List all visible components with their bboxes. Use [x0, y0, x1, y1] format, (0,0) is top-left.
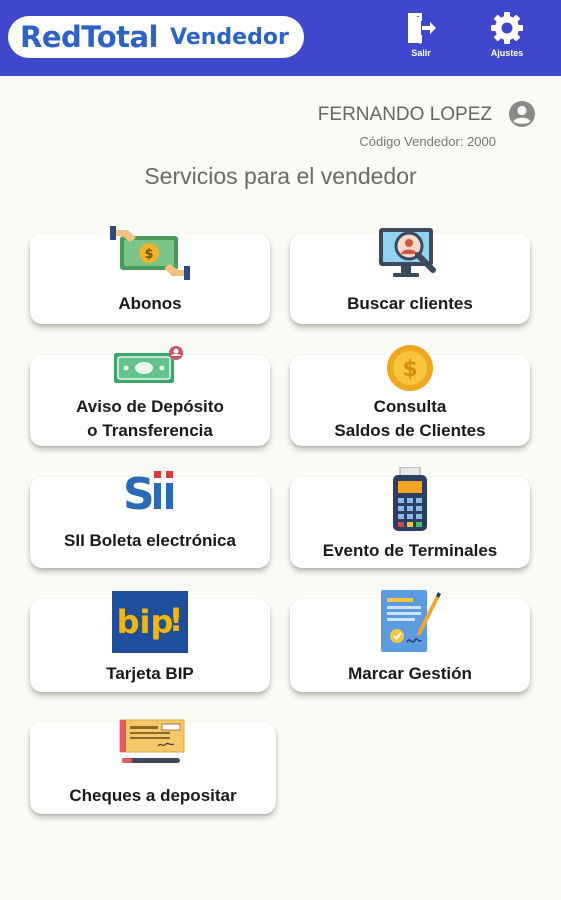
signed-document-icon [381, 590, 441, 652]
service-card-evento-terminales[interactable]: Evento de Terminales [290, 467, 530, 568]
service-label: Tarjeta BIP [106, 664, 194, 683]
salir-label: Salir [411, 48, 431, 58]
money-exchange-icon: $ [110, 226, 190, 280]
svg-text:$: $ [144, 247, 153, 262]
payment-terminal-icon [393, 467, 427, 531]
user-name: FERNANDO LOPEZ [317, 104, 492, 125]
sii-logo-icon: S [123, 469, 173, 515]
service-card-abonos[interactable]: $ Abonos [30, 226, 270, 324]
service-label: Evento de Terminales [322, 541, 498, 560]
user-avatar-icon[interactable] [508, 100, 536, 128]
service-label-line1: Consulta [373, 397, 447, 416]
service-label: SII Boleta electrónica [64, 531, 236, 550]
service-card-sii-boleta[interactable]: S SII Boleta electrónica [30, 469, 270, 568]
ajustes-button[interactable]: Ajustes [482, 10, 532, 66]
top-app-bar: Red Total Vendedor Salir Ajustes [0, 0, 561, 76]
gear-icon [491, 12, 523, 44]
service-card-buscar-clientes[interactable]: Buscar clientes [290, 228, 530, 324]
svg-text:$: $ [402, 357, 417, 382]
cheque-icon [119, 719, 185, 763]
service-label-line2: Saldos de Clientes [334, 421, 486, 440]
service-label: Marcar Gestión [348, 664, 472, 683]
exit-door-icon [408, 13, 436, 44]
gold-coin-icon: $ [387, 345, 433, 391]
service-card-marcar-gestion[interactable]: Marcar Gestión [290, 590, 530, 692]
ajustes-label: Ajustes [490, 48, 524, 58]
service-label: Cheques a depositar [69, 786, 237, 805]
banknote-transfer-icon [114, 346, 183, 383]
service-card-cheques[interactable]: Cheques a depositar [30, 719, 276, 814]
seller-code: Código Vendedor: 2000 [359, 134, 496, 149]
service-card-aviso-deposito[interactable]: Aviso de Depósito o Transferencia [30, 346, 270, 446]
service-label: Buscar clientes [347, 294, 473, 313]
svg-text:!: ! [169, 601, 184, 639]
service-card-tarjeta-bip[interactable]: bip ! Tarjeta BIP [30, 591, 270, 692]
bip-card-icon: bip ! [112, 591, 188, 653]
logo-total-text: Total [81, 20, 158, 54]
service-label-line2: o Transferencia [87, 421, 213, 440]
service-card-consulta-saldos[interactable]: $ Consulta Saldos de Clientes [290, 345, 530, 446]
logo-red-text: Red [20, 20, 82, 54]
user-info: FERNANDO LOPEZ Código Vendedor: 2000 [236, 100, 536, 160]
svg-text:S: S [123, 469, 155, 515]
service-label: Abonos [118, 294, 182, 313]
logo-vendedor-text: Vendedor [170, 24, 289, 50]
salir-button[interactable]: Salir [396, 10, 446, 66]
section-title: Servicios para el vendedor [144, 163, 417, 189]
search-client-monitor-icon [379, 228, 436, 277]
service-label-line1: Aviso de Depósito [76, 397, 224, 416]
svg-text:bip: bip [117, 603, 174, 641]
redtotal-logo: Red Total Vendedor [8, 16, 304, 58]
